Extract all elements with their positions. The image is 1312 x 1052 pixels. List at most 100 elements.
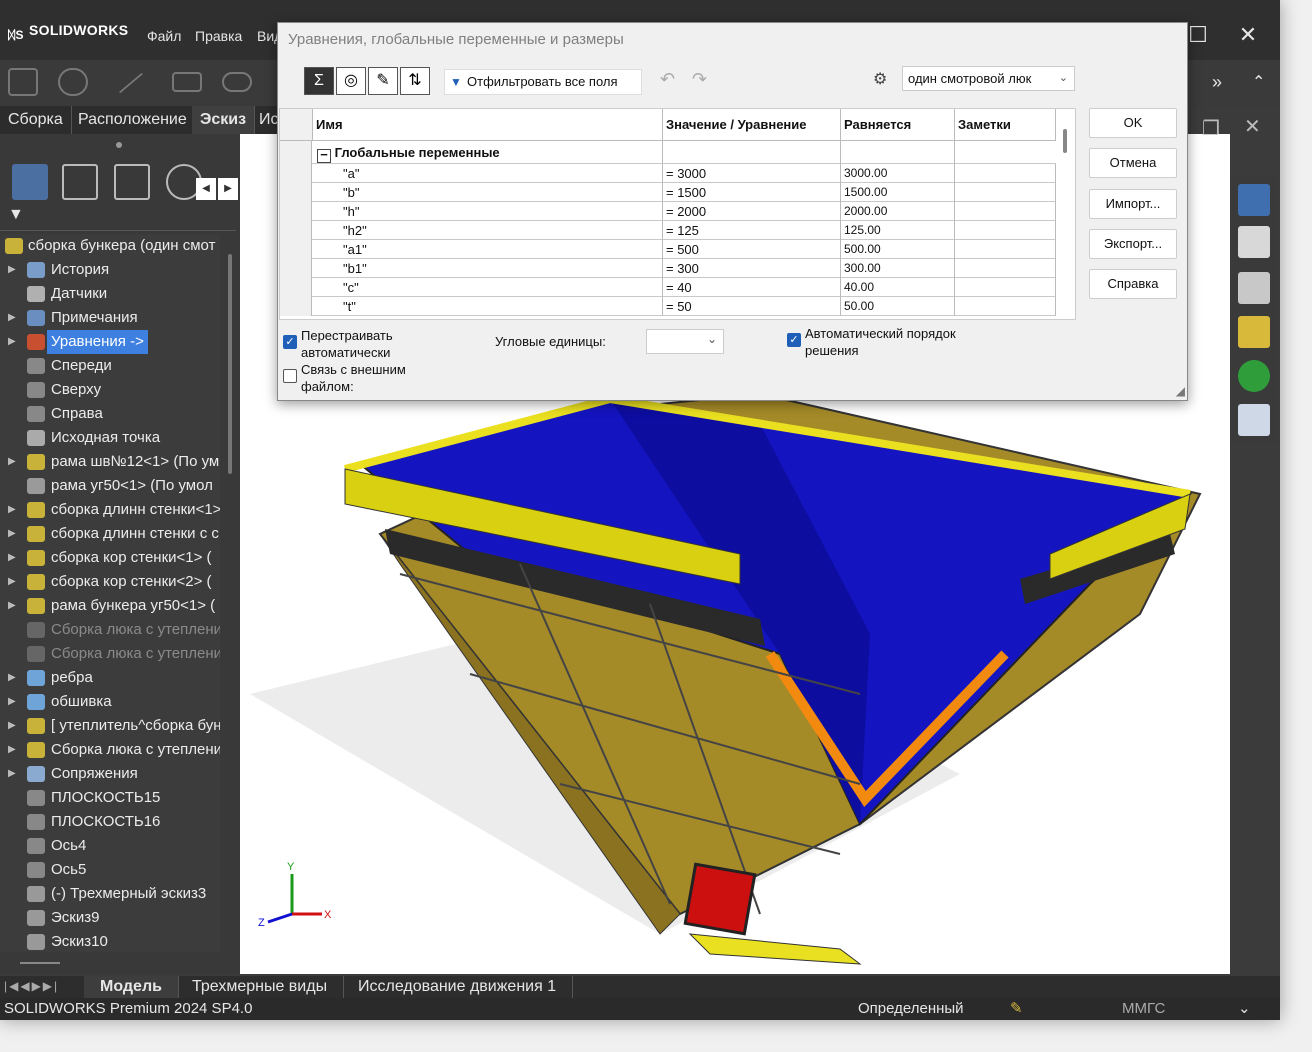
table-row[interactable]: "c" = 40 40.00 bbox=[280, 278, 1056, 297]
expand-arrow-icon[interactable]: ▶ bbox=[8, 594, 16, 618]
tree-item[interactable]: ▶ [ утеплитель^сборка бун bbox=[0, 714, 220, 738]
custom-properties-icon[interactable] bbox=[1238, 404, 1270, 436]
tree-item[interactable]: рама уг50<1> (По умол bbox=[0, 474, 220, 498]
tree-item[interactable]: Справа bbox=[0, 402, 220, 426]
tree-item[interactable]: Спереди bbox=[0, 354, 220, 378]
auto-order-checkbox[interactable]: ✓ bbox=[787, 333, 801, 347]
result-cell[interactable]: 500.00 bbox=[841, 240, 955, 259]
expand-toolbar-icon[interactable]: » bbox=[1212, 72, 1222, 93]
line-icon[interactable] bbox=[118, 72, 144, 94]
design-library-icon[interactable] bbox=[1238, 226, 1270, 258]
menu-edit[interactable]: Правка bbox=[195, 28, 242, 44]
row-header[interactable] bbox=[280, 278, 312, 297]
rectangle-icon[interactable] bbox=[172, 72, 202, 92]
property-manager-icon[interactable] bbox=[62, 164, 98, 200]
collapse-icon[interactable]: − bbox=[317, 148, 331, 163]
filter-icon[interactable]: ▼ bbox=[8, 206, 24, 224]
row-header[interactable] bbox=[280, 240, 312, 259]
row-header[interactable] bbox=[280, 221, 312, 240]
panel-grip-icon[interactable] bbox=[116, 142, 122, 148]
close-document-icon[interactable]: ✕ bbox=[1244, 114, 1261, 139]
tree-item[interactable]: ▶ ребра bbox=[0, 666, 220, 690]
row-header[interactable] bbox=[280, 183, 312, 202]
table-row[interactable]: "h" = 2000 2000.00 bbox=[280, 202, 1056, 221]
tree-item[interactable]: Ось5 bbox=[0, 858, 220, 882]
tree-item[interactable]: ПЛОСКОСТЬ15 bbox=[0, 786, 220, 810]
notes-cell[interactable] bbox=[955, 164, 1056, 183]
table-row[interactable]: "h2" = 125 125.00 bbox=[280, 221, 1056, 240]
menu-file[interactable]: Файл bbox=[147, 28, 181, 44]
file-explorer-icon[interactable] bbox=[1238, 272, 1270, 304]
result-cell[interactable]: 3000.00 bbox=[841, 164, 955, 183]
expand-arrow-icon[interactable]: ▶ bbox=[8, 714, 16, 738]
scroll-right-icon[interactable]: ▶ bbox=[218, 178, 238, 200]
tab-model[interactable]: Модель bbox=[84, 976, 179, 998]
tree-item[interactable]: ▶ сборка длинн стенки<1> bbox=[0, 498, 220, 522]
column-notes[interactable]: Заметки bbox=[955, 109, 1056, 141]
result-cell[interactable]: 50.00 bbox=[841, 297, 955, 316]
row-header[interactable] bbox=[280, 164, 312, 183]
name-cell[interactable]: "t" bbox=[313, 297, 663, 316]
tree-item[interactable]: Ось4 bbox=[0, 834, 220, 858]
expand-arrow-icon[interactable]: ▶ bbox=[8, 738, 16, 762]
tree-item[interactable]: ▶ Уравнения -> bbox=[0, 330, 220, 354]
tree-item[interactable]: (-) Трехмерный эскиз3 bbox=[0, 882, 220, 906]
horizontal-scrollbar[interactable] bbox=[20, 962, 60, 964]
notes-cell[interactable] bbox=[955, 278, 1056, 297]
tab-motion-study[interactable]: Исследование движения 1 bbox=[342, 976, 574, 998]
name-cell[interactable]: "h2" bbox=[313, 221, 663, 240]
tab-sketch[interactable]: Эскиз bbox=[192, 106, 256, 134]
tree-item[interactable]: ▶ Сопряжения bbox=[0, 762, 220, 786]
name-cell[interactable]: "a" bbox=[313, 164, 663, 183]
close-icon[interactable]: ✕ bbox=[1228, 20, 1268, 50]
filter-all-fields[interactable]: ▼ Отфильтровать все поля bbox=[444, 69, 642, 95]
scroll-left-icon[interactable]: ◀ bbox=[196, 178, 216, 200]
dimension-view-icon[interactable]: ✎ bbox=[368, 67, 398, 95]
expand-arrow-icon[interactable]: ▶ bbox=[8, 666, 16, 690]
expand-arrow-icon[interactable]: ▶ bbox=[8, 498, 16, 522]
name-cell[interactable]: "b" bbox=[313, 183, 663, 202]
value-cell[interactable]: = 125 bbox=[663, 221, 841, 240]
table-row[interactable]: "b" = 1500 1500.00 bbox=[280, 183, 1056, 202]
cancel-button[interactable]: Отмена bbox=[1089, 148, 1177, 178]
help-button[interactable]: Справка bbox=[1089, 269, 1177, 299]
column-name[interactable]: Имя bbox=[313, 109, 663, 141]
tree-item[interactable]: ▶ сборка кор стенки<2> ( bbox=[0, 570, 220, 594]
tree-item[interactable]: ▶ Примечания bbox=[0, 306, 220, 330]
name-cell[interactable]: "c" bbox=[313, 278, 663, 297]
expand-arrow-icon[interactable]: ▶ bbox=[8, 450, 16, 474]
notes-cell[interactable] bbox=[955, 202, 1056, 221]
tab-assembly[interactable]: Сборка bbox=[0, 106, 72, 134]
tree-item[interactable]: ▶ рама бункера уг50<1> ( bbox=[0, 594, 220, 618]
notes-cell[interactable] bbox=[955, 297, 1056, 316]
group-row[interactable]: − Глобальные переменные bbox=[280, 141, 1056, 164]
configuration-manager-icon[interactable] bbox=[114, 164, 150, 200]
name-cell[interactable]: "b1" bbox=[313, 259, 663, 278]
rebuild-checkbox[interactable]: ✓ bbox=[283, 335, 297, 349]
smart-dimension-icon[interactable] bbox=[58, 68, 88, 96]
value-cell[interactable]: = 2000 bbox=[663, 202, 841, 221]
sketch-equation-view-icon[interactable]: ◎ bbox=[336, 67, 366, 95]
home-icon[interactable] bbox=[1238, 184, 1270, 216]
tree-item[interactable]: Сборка люка с утеплени bbox=[0, 642, 220, 666]
tab-layout[interactable]: Расположение bbox=[70, 106, 196, 134]
tree-item[interactable]: ▶ История bbox=[0, 258, 220, 282]
equation-view-icon[interactable]: Σ bbox=[304, 67, 334, 95]
feature-manager-icon[interactable] bbox=[12, 164, 48, 200]
notes-cell[interactable] bbox=[955, 221, 1056, 240]
name-cell[interactable]: "a1" bbox=[313, 240, 663, 259]
column-result[interactable]: Равняется bbox=[841, 109, 955, 141]
tree-item[interactable]: ▶ рама шв№12<1> (По ум bbox=[0, 450, 220, 474]
slot-icon[interactable] bbox=[222, 72, 252, 92]
expand-arrow-icon[interactable]: ▶ bbox=[8, 330, 16, 354]
result-cell[interactable]: 40.00 bbox=[841, 278, 955, 297]
tree-item[interactable]: ▶ сборка длинн стенки с с bbox=[0, 522, 220, 546]
link-file-checkbox[interactable] bbox=[283, 369, 297, 383]
expand-arrow-icon[interactable]: ▶ bbox=[8, 570, 16, 594]
expand-arrow-icon[interactable]: ▶ bbox=[8, 306, 16, 330]
tree-item[interactable]: ▶ Сборка люка с утеплени bbox=[0, 738, 220, 762]
customize-icon[interactable]: ⌄ bbox=[1238, 998, 1251, 1020]
angular-units-select[interactable]: ⌄ bbox=[646, 329, 724, 354]
redo-icon[interactable]: ↷ bbox=[692, 69, 707, 90]
expand-arrow-icon[interactable]: ▶ bbox=[8, 690, 16, 714]
